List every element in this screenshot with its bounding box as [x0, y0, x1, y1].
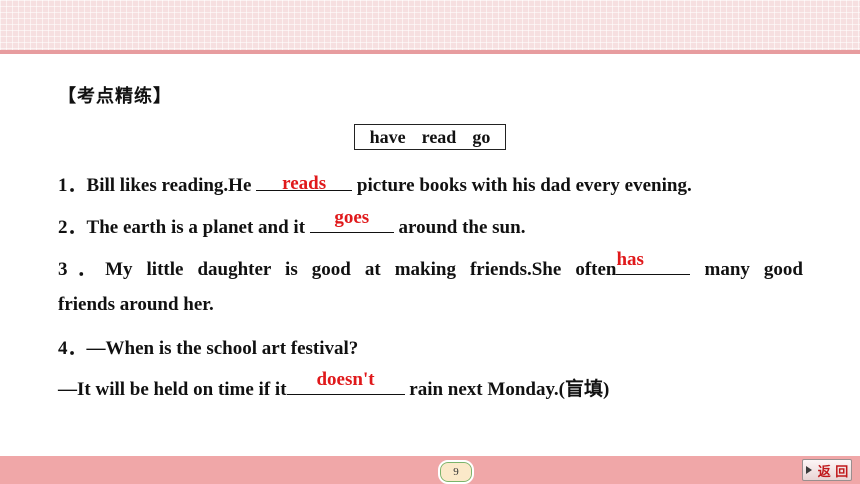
- word-bank-box: have read go: [354, 124, 506, 150]
- question-3-continuation: friends around her.: [58, 294, 214, 315]
- question-text: —When is the school art festival?: [86, 338, 359, 359]
- play-arrow-icon: [805, 466, 812, 474]
- answer-text: reads: [282, 173, 327, 194]
- question-text: My little daughter is good at making fri…: [105, 259, 617, 280]
- question-text: The earth is a planet and it: [86, 217, 310, 238]
- header-divider: [0, 50, 860, 54]
- answer-text: doesn't: [316, 369, 375, 390]
- answer-blank: doesn't: [286, 369, 405, 395]
- question-number: 1．: [58, 175, 87, 196]
- word-bank-item: read: [421, 126, 457, 147]
- question-text: around the sun.: [393, 217, 526, 238]
- question-text: rain next Monday.(盲填): [404, 379, 610, 400]
- question-number: 2．: [58, 217, 87, 238]
- header-band: [0, 0, 860, 50]
- question-number: 4．: [58, 338, 87, 359]
- answer-text: goes: [334, 207, 370, 228]
- question-number: 3．: [58, 259, 106, 280]
- word-bank-item: have: [369, 126, 406, 147]
- question-3: 3．My little daughter is good at making f…: [58, 249, 803, 281]
- question-text: picture books with his dad every evening…: [352, 175, 692, 196]
- answer-blank: goes: [309, 207, 394, 233]
- back-button-label: 返 回: [817, 464, 849, 480]
- page-number: 9: [438, 460, 474, 484]
- word-bank-item: go: [472, 126, 491, 147]
- question-2: 2．The earth is a planet and it goes arou…: [58, 207, 526, 239]
- answer-blank: has: [616, 249, 691, 275]
- section-heading: 【考点精练】: [58, 86, 172, 107]
- answer-blank: reads: [256, 172, 353, 194]
- answer-text: has: [616, 249, 644, 270]
- question-4-answer-line: —It will be held on time if it doesn't ra…: [58, 369, 610, 401]
- question-1: 1．Bill likes reading.He reads picture bo…: [58, 170, 692, 197]
- question-text: many good: [690, 259, 803, 280]
- footer-bar: [0, 456, 860, 484]
- question-4: 4．—When is the school art festival?: [58, 333, 358, 360]
- back-button[interactable]: 返 回: [802, 459, 852, 481]
- question-text: Bill likes reading.He: [86, 175, 257, 196]
- question-text: —It will be held on time if it: [58, 379, 287, 400]
